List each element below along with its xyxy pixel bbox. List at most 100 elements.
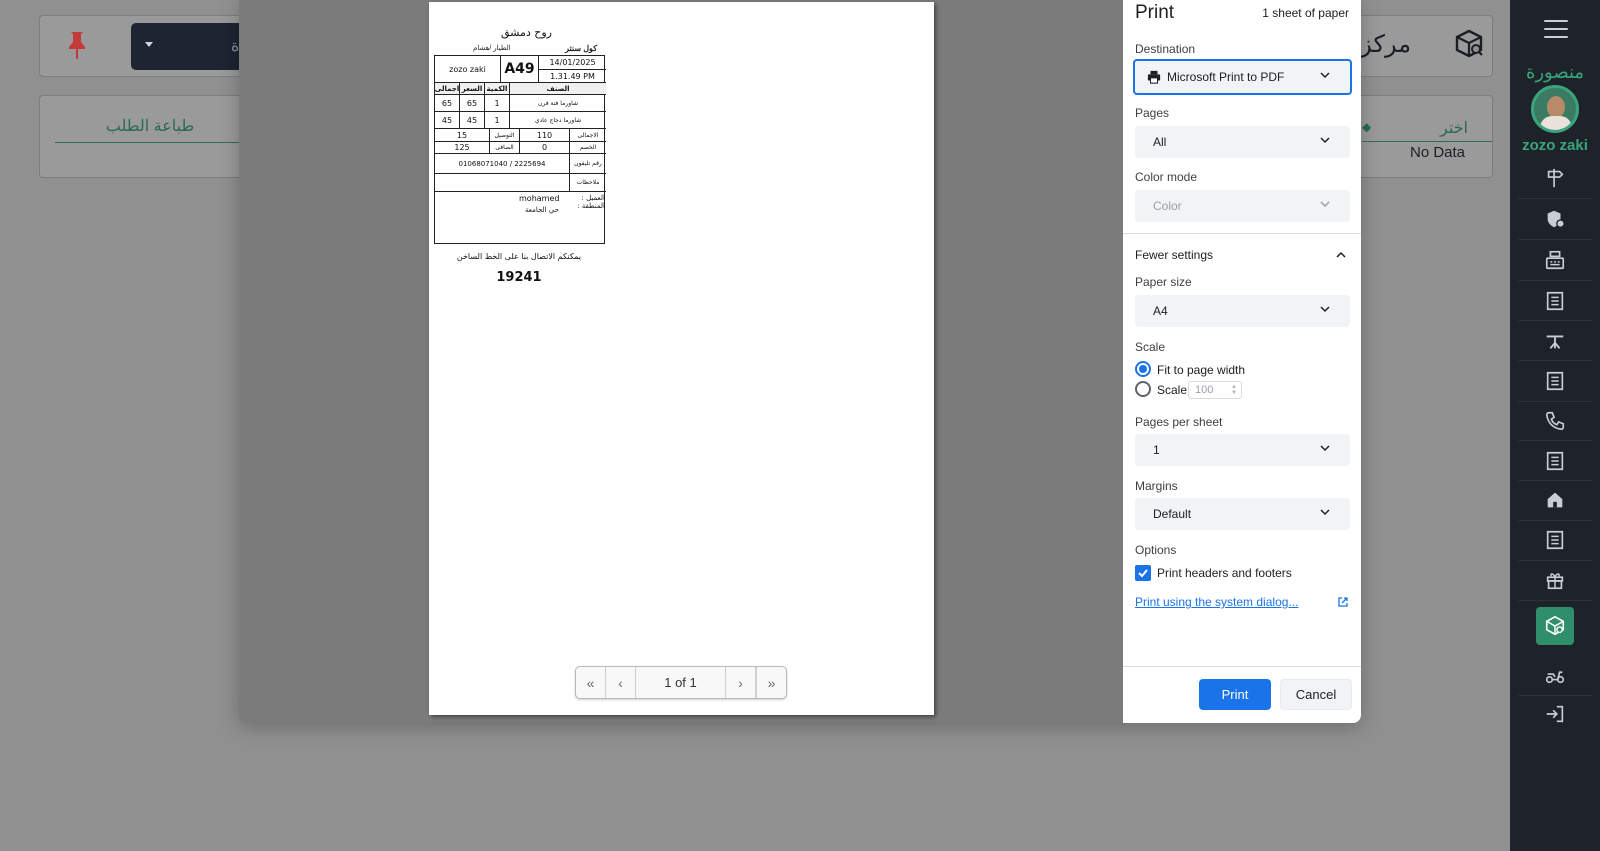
print-title: Print (1135, 2, 1175, 23)
margins-label: Margins (1135, 479, 1178, 493)
prev-page-button[interactable]: ‹ (606, 667, 636, 698)
delivery-label: التوصيل (490, 129, 520, 142)
avatar[interactable] (1531, 85, 1579, 133)
chevron-up-icon (1336, 251, 1346, 258)
destination-value: Microsoft Print to PDF (1167, 70, 1285, 84)
page-indicator: 1 of 1 (636, 667, 726, 698)
customer-area: حي الجامعة (525, 206, 559, 214)
headers-footers-label: Print headers and footers (1157, 566, 1292, 580)
branch-name: منصورة (1525, 62, 1585, 82)
custom-scale-radio[interactable] (1135, 381, 1151, 397)
pages-per-sheet-value: 1 (1153, 443, 1160, 457)
nav-receipts-4[interactable] (1510, 520, 1600, 560)
scale-input[interactable]: 100 ▲ ▼ (1188, 381, 1242, 399)
destination-select[interactable]: Microsoft Print to PDF (1133, 59, 1352, 95)
choose-label: اختر (1440, 120, 1468, 137)
fit-to-width-radio[interactable] (1135, 361, 1151, 377)
margins-select[interactable]: Default (1135, 498, 1350, 530)
print-dialog: روح دمشق كول سنتر الطيار /هشام zozo zaki… (239, 0, 1361, 723)
printer-icon (1147, 70, 1161, 84)
nav-signpost[interactable] (1510, 158, 1600, 198)
shield-gear-icon (1547, 210, 1565, 228)
last-page-button[interactable]: » (756, 667, 786, 698)
color-mode-select: Color (1135, 190, 1350, 222)
signpost-icon (1547, 168, 1564, 188)
col-qty: الكمية (485, 83, 510, 95)
customer-block: mohamed حي الجامعة العميل : المنطقة : (435, 192, 606, 244)
receipt-icon (1546, 371, 1564, 391)
nav-receipts-2[interactable] (1510, 361, 1600, 401)
next-page-button[interactable]: › (726, 667, 756, 698)
system-dialog-link[interactable]: Print using the system dialog... (1135, 595, 1298, 609)
spinner-icon: ▲ ▼ (1231, 384, 1237, 396)
nav-delivery[interactable] (1510, 655, 1600, 695)
tab-print-order[interactable]: طباعة الطلب (55, 116, 245, 143)
item-price: 45 (460, 112, 485, 129)
nav-logout[interactable] (1510, 694, 1600, 734)
pages-value: All (1153, 135, 1167, 149)
sort-icon: ◆ (1362, 120, 1372, 134)
delivery-center-icon (1545, 615, 1565, 636)
scale-input-value: 100 (1195, 384, 1214, 396)
chevron-down-icon (1320, 72, 1330, 79)
phone-icon (1545, 411, 1565, 431)
nav-shield-settings[interactable] (1510, 199, 1600, 239)
nav-call-center[interactable] (1510, 401, 1600, 441)
phone-label: رقم تليفون (570, 154, 606, 174)
pages-label: Pages (1135, 106, 1170, 120)
user-name: zozo zaki (1522, 137, 1588, 154)
print-preview-area: روح دمشق كول سنتر الطيار /هشام zozo zaki… (239, 0, 1123, 723)
receipt-icon (1546, 451, 1564, 471)
item-name: شاورما دجاج عادي (510, 112, 606, 129)
paper-size-label: Paper size (1135, 275, 1192, 289)
first-page-button[interactable]: « (576, 667, 606, 698)
nav-receipts-3[interactable] (1510, 441, 1600, 481)
cancel-button[interactable]: Cancel (1280, 679, 1352, 710)
item-qty: 1 (485, 112, 510, 129)
fewer-settings-toggle[interactable]: Fewer settings (1135, 248, 1350, 262)
cashier-cell: zozo zaki (435, 56, 501, 83)
discount-label: الخصم (570, 142, 606, 154)
options-label: Options (1135, 543, 1177, 557)
order-code: A49 (501, 56, 539, 83)
discount-value: 0 (520, 142, 570, 154)
nav-home[interactable] (1510, 480, 1600, 520)
net-value: 125 (435, 142, 490, 154)
sheet-count: 1 sheet of paper (1262, 6, 1349, 20)
cash-register-icon (1545, 250, 1565, 270)
nav-cashier[interactable] (1510, 240, 1600, 280)
external-link-icon[interactable] (1337, 596, 1349, 608)
nav-receipts-1[interactable] (1510, 281, 1600, 321)
nav-delivery-center[interactable] (1510, 606, 1600, 646)
subtotal-value: 110 (520, 129, 570, 142)
chevron-down-icon (1320, 137, 1330, 144)
dining-table-icon (1546, 335, 1564, 349)
logout-icon (1546, 705, 1564, 723)
item-qty: 1 (485, 95, 510, 112)
col-total: اجمالى (435, 83, 460, 95)
headers-footers-checkbox[interactable] (1135, 565, 1151, 581)
destination-label: Destination (1135, 42, 1196, 56)
receipt-icon (1546, 291, 1564, 311)
receipt-table: zozo zaki A49 14/01/2025 1.31.49 PM اجما… (434, 55, 606, 244)
paper-size-select[interactable]: A4 (1135, 295, 1350, 327)
item-name: شاورما فتة فرن (510, 95, 606, 112)
item-total: 45 (435, 112, 460, 129)
print-button[interactable]: Print (1199, 679, 1271, 710)
chevron-down-icon (1320, 306, 1330, 313)
menu-icon[interactable] (1544, 20, 1568, 40)
col-price: السعر (460, 83, 485, 95)
choose-select[interactable]: اختر ◆ (1362, 116, 1492, 142)
restaurant-name: روح دمشق (501, 26, 552, 39)
nav-gifts[interactable] (1510, 560, 1600, 600)
notes-label: ملاحظات (570, 174, 606, 192)
pages-select[interactable]: All (1135, 126, 1350, 158)
phone-value: 01068071040 / 2225694 (435, 154, 570, 174)
pin-icon[interactable] (66, 30, 88, 60)
pages-per-sheet-select[interactable]: 1 (1135, 434, 1350, 466)
nav-tables[interactable] (1510, 321, 1600, 361)
pages-per-sheet-label: Pages per sheet (1135, 415, 1223, 429)
custom-scale-label: Scale (1157, 383, 1188, 397)
checkmark-icon (1138, 569, 1148, 578)
print-settings-panel: Print 1 sheet of paper Destination Micro… (1123, 0, 1361, 723)
